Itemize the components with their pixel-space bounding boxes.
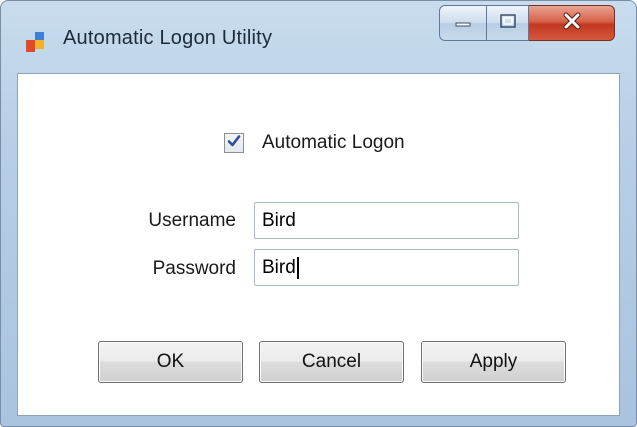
maximize-icon [499, 13, 517, 34]
username-value: Bird [262, 209, 296, 231]
apply-button-label: Apply [469, 351, 518, 372]
username-field[interactable]: Bird [254, 202, 519, 239]
minimize-button[interactable] [439, 5, 487, 41]
dialog-window: Automatic Logon Utility Automatic Logon … [0, 0, 637, 427]
password-value: Bird [262, 256, 296, 278]
app-window-icon [25, 31, 47, 53]
cancel-button-label: Cancel [301, 351, 362, 372]
auto-logon-row: Automatic Logon [224, 132, 405, 154]
title-bar[interactable]: Automatic Logon Utility [1, 1, 636, 73]
maximize-button[interactable] [487, 5, 529, 41]
username-label: Username [148, 210, 236, 231]
window-controls [439, 5, 615, 41]
password-label: Password [152, 258, 236, 279]
cancel-button[interactable]: Cancel [259, 341, 404, 383]
window-title: Automatic Logon Utility [63, 27, 273, 49]
minimize-icon [453, 14, 473, 33]
check-mark-icon [226, 133, 242, 154]
close-button[interactable] [529, 5, 615, 41]
apply-button[interactable]: Apply [421, 341, 566, 383]
dialog-content: Automatic Logon Username Bird Password B… [17, 73, 620, 416]
auto-logon-checkbox[interactable] [224, 133, 244, 153]
text-caret [296, 256, 299, 279]
close-icon [561, 12, 583, 35]
auto-logon-label: Automatic Logon [262, 132, 405, 153]
ok-button[interactable]: OK [98, 341, 243, 383]
password-field[interactable]: Bird [254, 249, 519, 286]
ok-button-label: OK [156, 351, 185, 372]
